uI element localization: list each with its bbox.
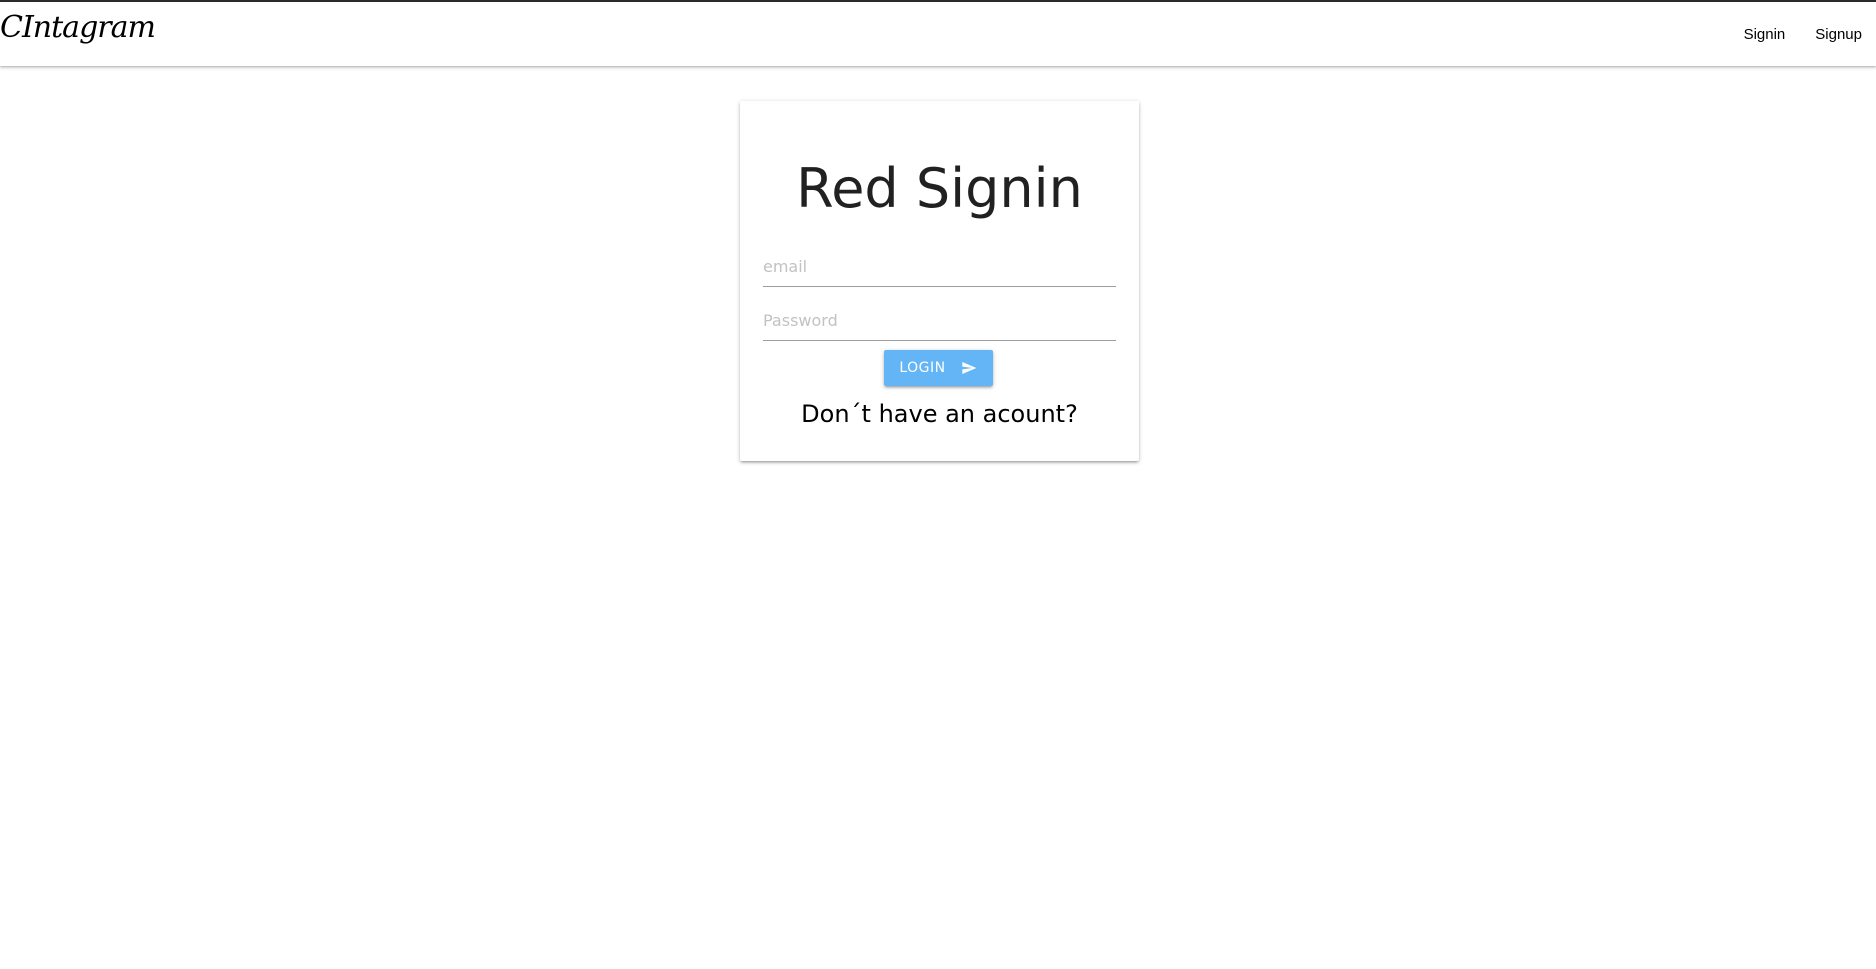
nav-links: Signin Signup	[1714, 2, 1862, 66]
login-button-label: LOGIN	[899, 360, 946, 376]
email-field[interactable]	[763, 246, 1116, 287]
login-button[interactable]: LOGIN	[884, 350, 993, 386]
nav-link-signup[interactable]: Signup	[1815, 26, 1862, 43]
password-field[interactable]	[763, 300, 1116, 341]
brand-logo[interactable]: CIntagram	[0, 10, 156, 45]
page-title: Red Signin	[796, 157, 1083, 220]
navbar: CIntagram Signin Signup	[0, 2, 1876, 66]
signup-prompt-link[interactable]: Don´t have an acount?	[740, 400, 1139, 428]
send-icon	[960, 360, 978, 376]
nav-link-signin[interactable]: Signin	[1744, 26, 1786, 43]
signin-card: Red Signin LOGIN Don´t have an acount?	[740, 101, 1139, 461]
